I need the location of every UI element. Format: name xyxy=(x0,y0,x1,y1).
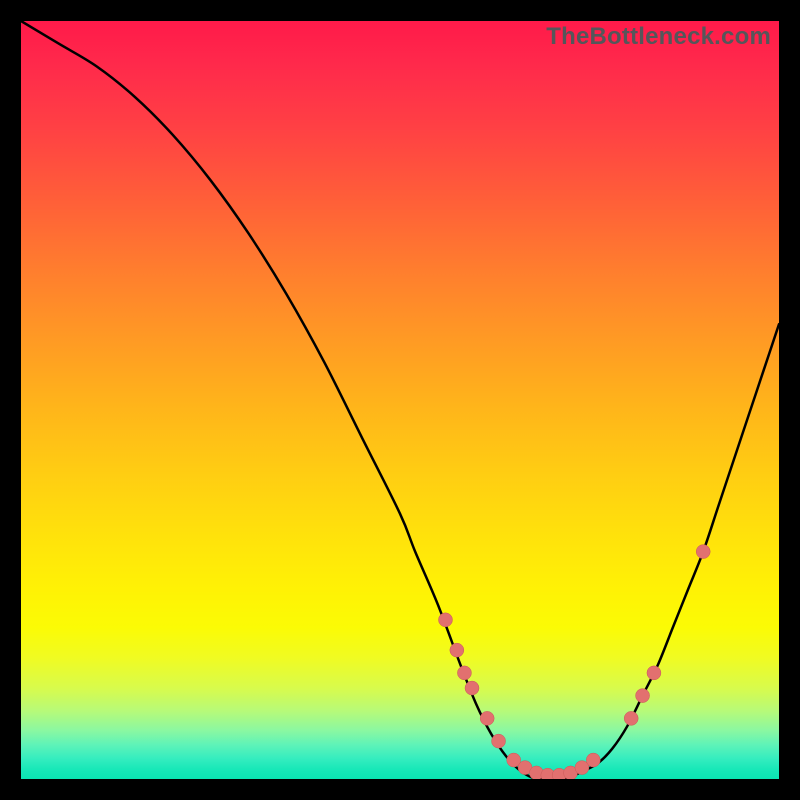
bottleneck-curve xyxy=(21,21,779,779)
highlight-dot xyxy=(450,643,464,657)
highlight-dots xyxy=(438,545,710,779)
highlight-dot xyxy=(586,753,600,767)
highlight-dot xyxy=(480,711,494,725)
highlight-dot xyxy=(624,711,638,725)
highlight-dot xyxy=(492,734,506,748)
highlight-dot xyxy=(636,689,650,703)
highlight-dot xyxy=(438,613,452,627)
plot-area: TheBottleneck.com xyxy=(21,21,779,779)
highlight-dot xyxy=(465,681,479,695)
highlight-dot xyxy=(457,666,471,680)
watermark-text: TheBottleneck.com xyxy=(546,23,771,51)
chart-frame: TheBottleneck.com xyxy=(14,14,786,786)
highlight-dot xyxy=(647,666,661,680)
highlight-dot xyxy=(696,545,710,559)
curve-layer xyxy=(21,21,779,779)
